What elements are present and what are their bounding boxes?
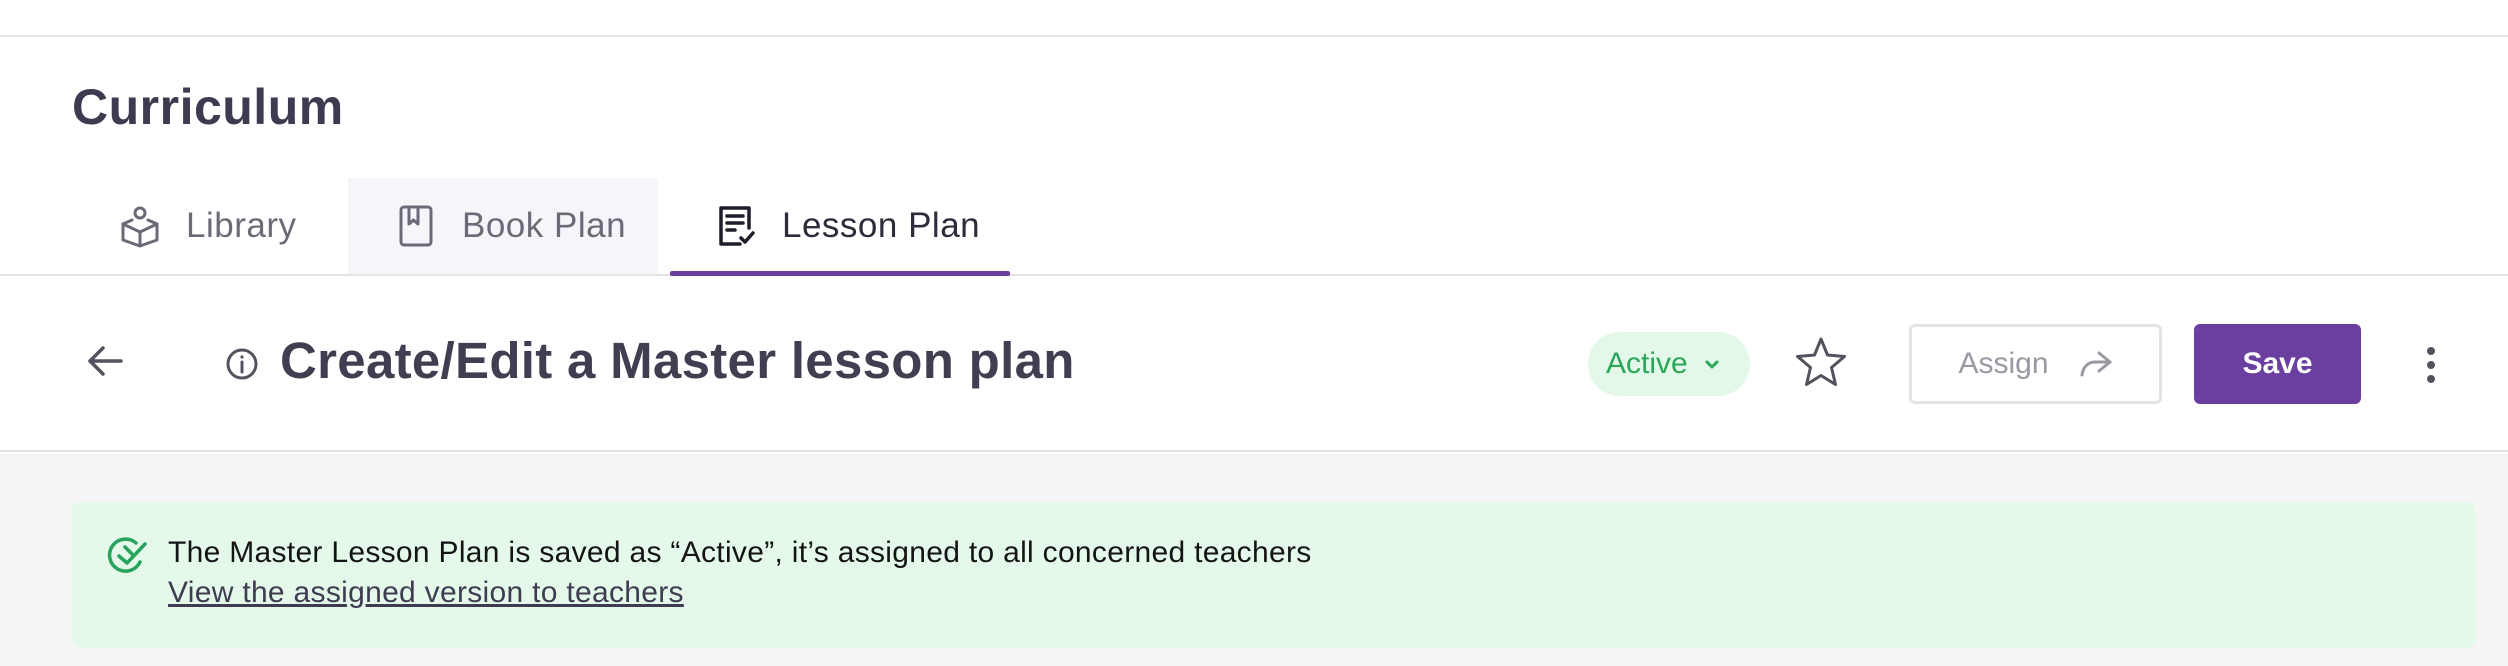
- assign-button[interactable]: Assign: [1909, 324, 2162, 404]
- content-area: The Master Lesson Plan is saved as “Acti…: [0, 454, 2508, 666]
- double-check-icon: [106, 536, 148, 576]
- success-notice: The Master Lesson Plan is saved as “Acti…: [72, 502, 2475, 648]
- status-label: Active: [1606, 347, 1688, 380]
- share-arrow-icon: [2079, 349, 2113, 379]
- tab-bar: Library Book Plan Lesson Plan: [0, 178, 2508, 276]
- tab-lesson-plan-label: Lesson Plan: [782, 206, 981, 245]
- lesson-plan-icon: [714, 204, 758, 248]
- tab-book-plan[interactable]: Book Plan: [348, 178, 658, 274]
- status-dropdown[interactable]: Active: [1588, 332, 1750, 396]
- page-title: Curriculum: [72, 79, 344, 135]
- plan-title: Create/Edit a Master lesson plan: [280, 332, 1075, 389]
- save-button[interactable]: Save: [2194, 324, 2361, 404]
- notice-message: The Master Lesson Plan is saved as “Acti…: [168, 536, 1312, 569]
- library-icon: [118, 204, 162, 248]
- view-assigned-version-link[interactable]: View the assigned version to teachers: [168, 576, 684, 610]
- top-bar: [0, 0, 2508, 37]
- arrow-left-icon: [88, 346, 123, 376]
- tab-book-plan-label: Book Plan: [462, 206, 627, 245]
- info-icon[interactable]: [224, 346, 260, 382]
- favorite-star-icon[interactable]: [1792, 334, 1850, 392]
- bookmark-book-icon: [394, 204, 438, 248]
- tab-lesson-plan[interactable]: Lesson Plan: [670, 178, 1010, 276]
- tab-library[interactable]: Library: [100, 178, 346, 274]
- chevron-down-icon: [1702, 354, 1722, 374]
- back-button[interactable]: [80, 336, 130, 386]
- tab-library-label: Library: [186, 206, 297, 245]
- assign-label: Assign: [1958, 347, 2049, 380]
- plan-header: Create/Edit a Master lesson plan Active …: [0, 276, 2508, 452]
- more-options-icon[interactable]: [2414, 344, 2448, 386]
